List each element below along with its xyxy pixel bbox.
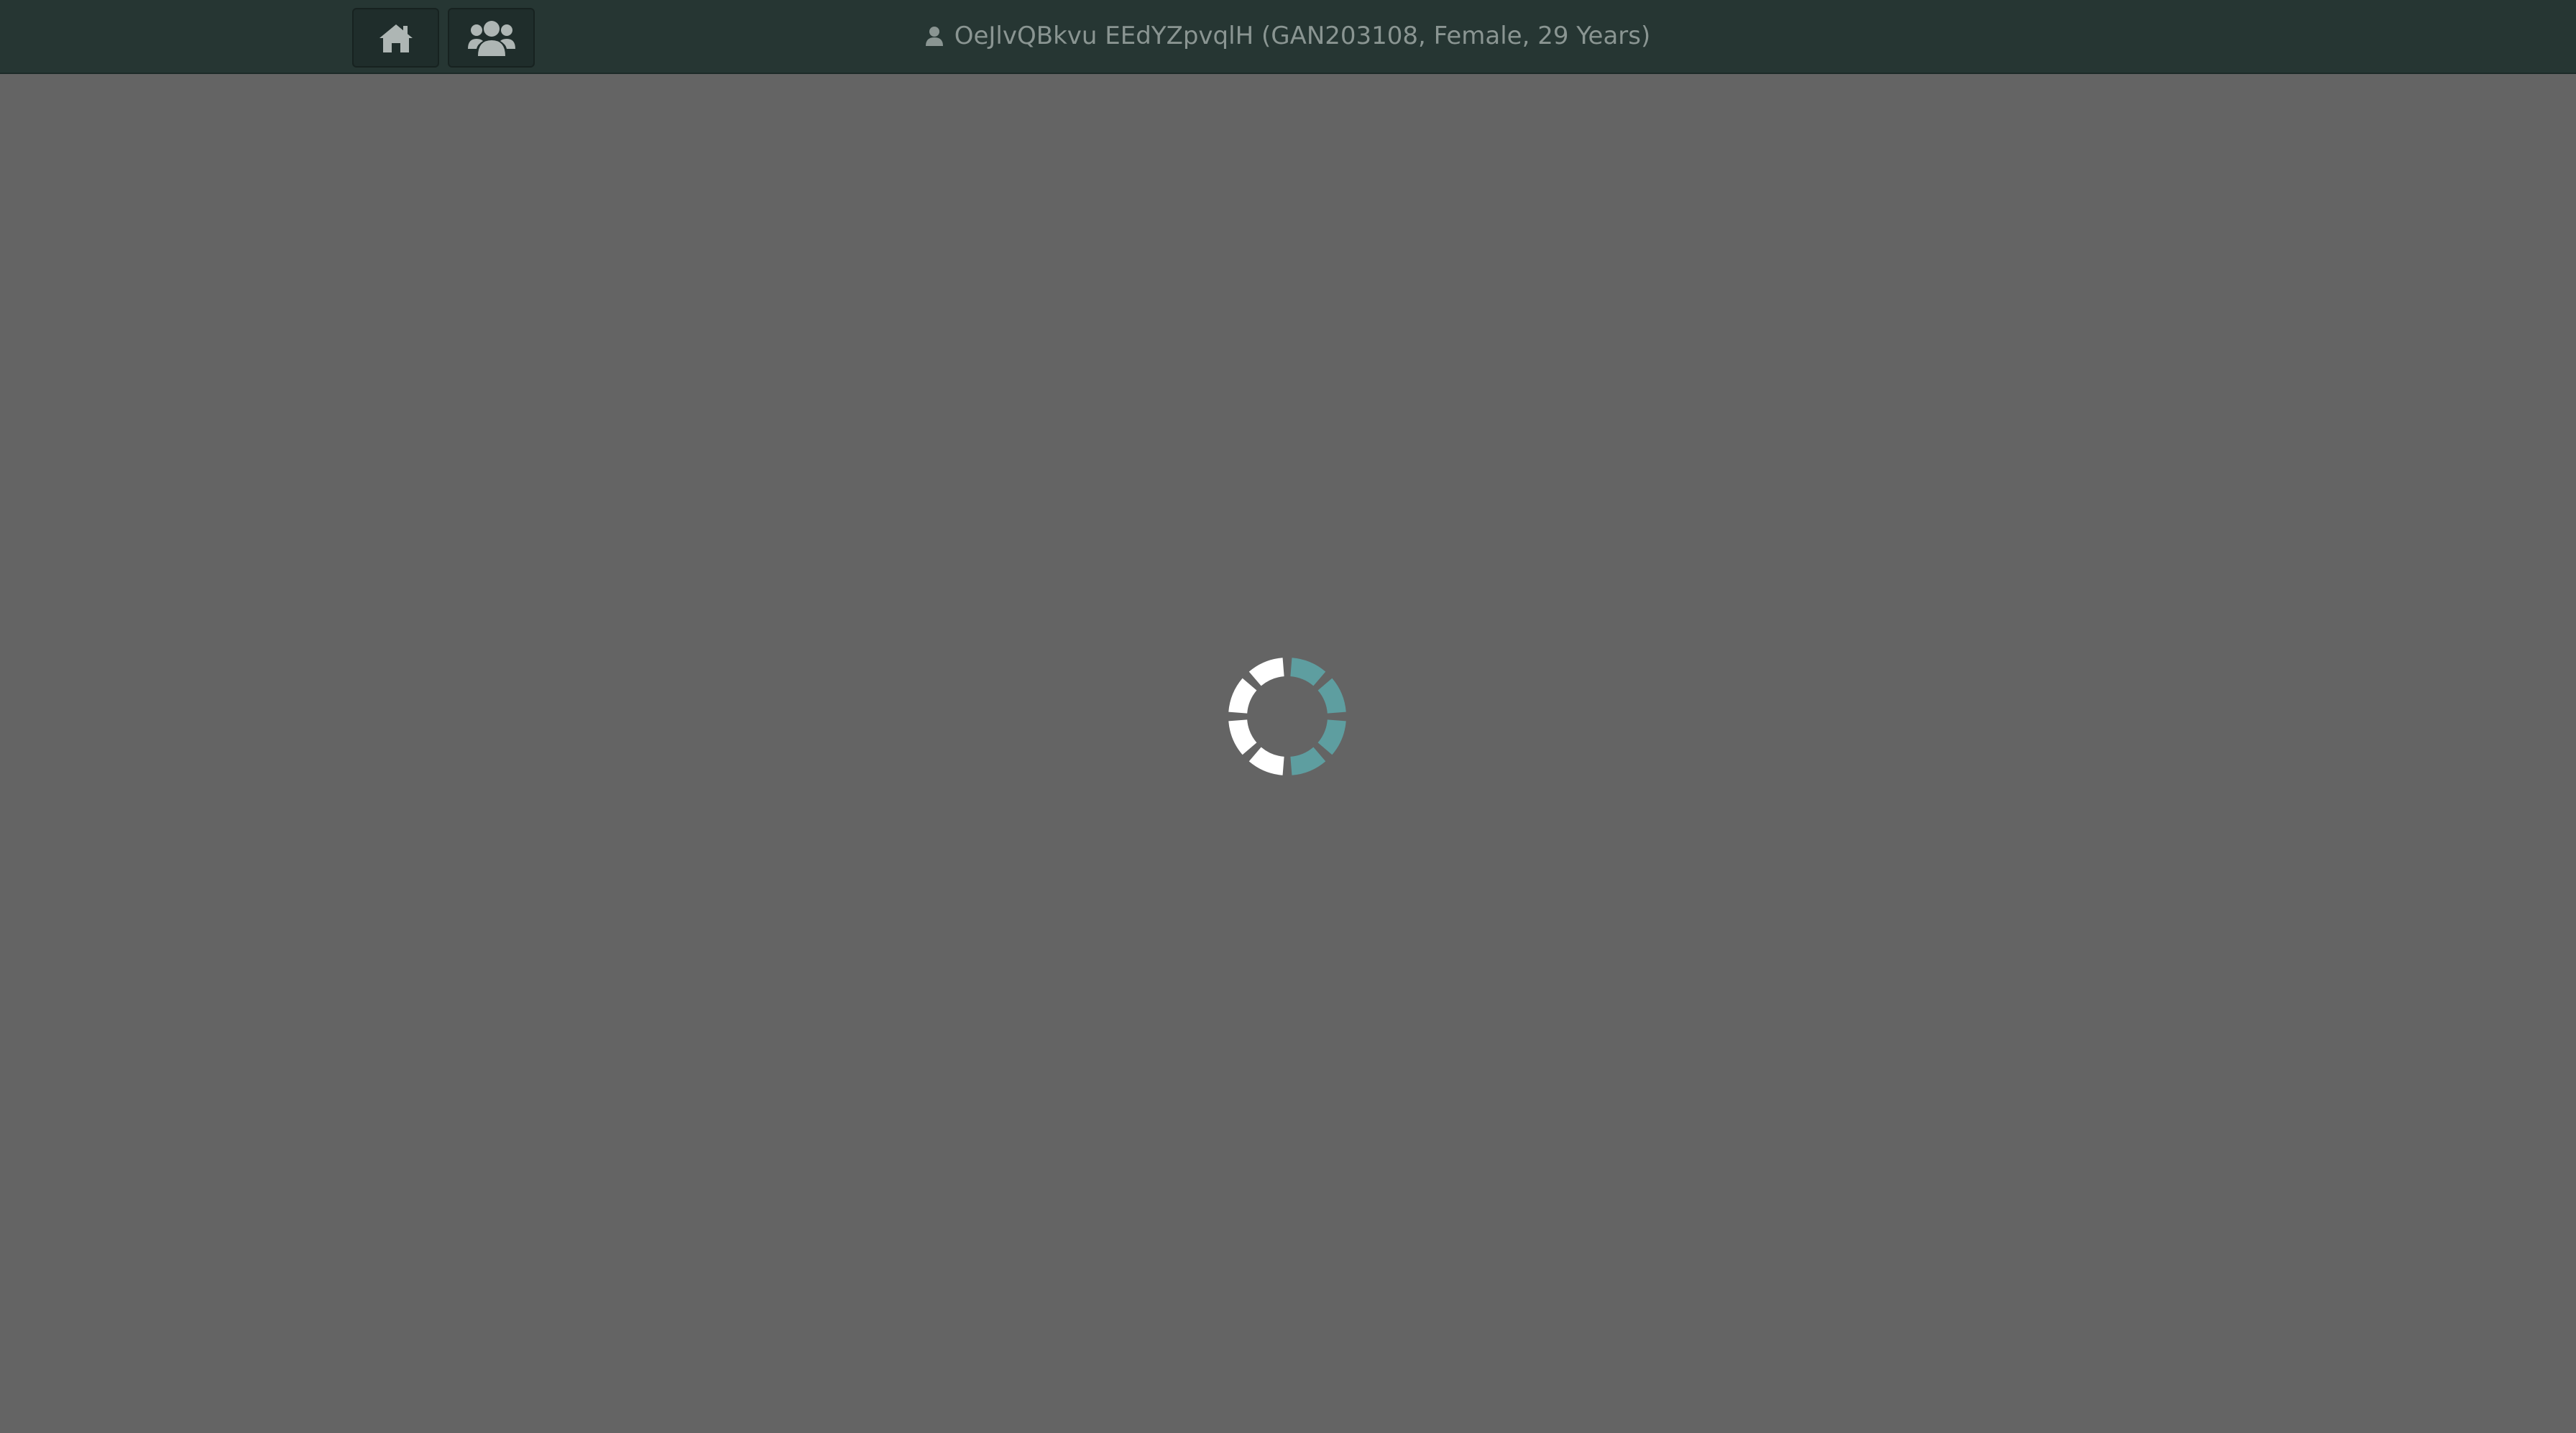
app-window: OeJlvQBkvu EEdYZpvqlH (GAN203108, Female… (0, 0, 2576, 1433)
spinner-segment (1228, 719, 1257, 755)
top-navbar: OeJlvQBkvu EEdYZpvqlH (GAN203108, Female… (0, 0, 2576, 74)
loading-spinner (1228, 657, 1347, 776)
spinner-segment (1317, 719, 1346, 755)
user-icon (925, 26, 943, 46)
spinner-segment (1228, 678, 1257, 714)
spinner-segment (1248, 658, 1284, 686)
spinner-segment (1290, 658, 1326, 686)
spinner-segment (1248, 747, 1284, 775)
patient-label: OeJlvQBkvu EEdYZpvqlH (GAN203108, Female… (954, 22, 1651, 50)
spinner-segment (1290, 747, 1326, 775)
patient-header: OeJlvQBkvu EEdYZpvqlH (GAN203108, Female… (0, 0, 2576, 72)
spinner-segment (1317, 678, 1346, 714)
